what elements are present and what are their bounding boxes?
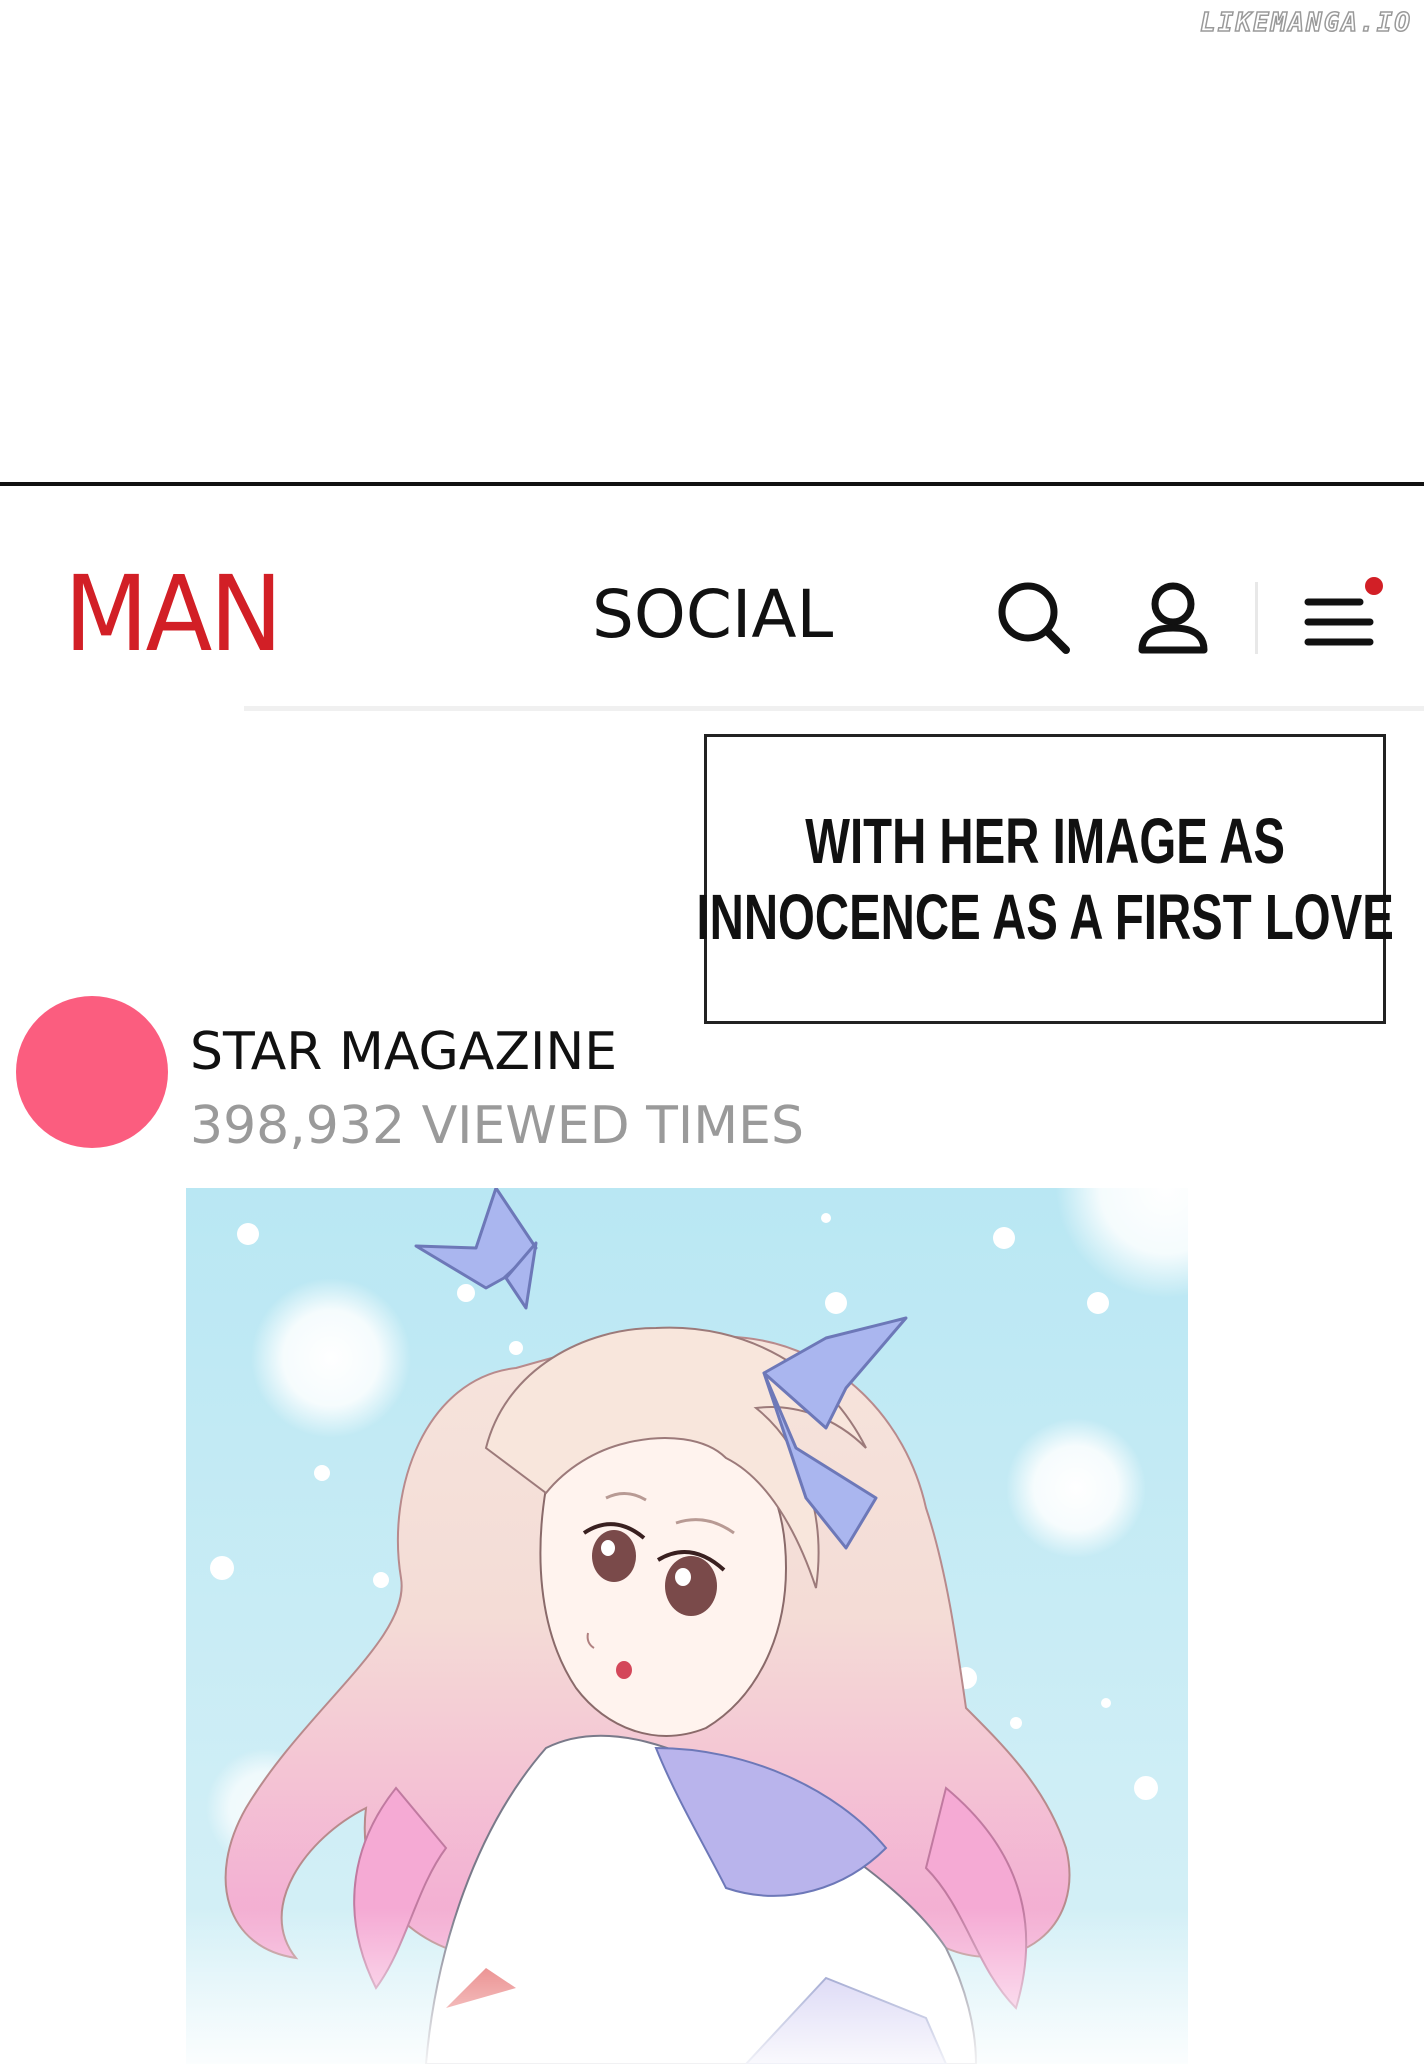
app-logo[interactable]: MAN [64,562,283,666]
view-count: 398,932 VIEWED TIMES [190,1096,804,1156]
header-separator [244,706,1424,711]
panel-border [0,482,1424,486]
caption-box: WITH HER IMAGE AS INNOCENCE AS A FIRST L… [696,734,1394,1024]
menu-button[interactable] [1296,574,1386,664]
girl-illustration [186,1188,1188,2064]
user-icon [1138,582,1208,654]
notification-dot [1365,577,1383,595]
app-header: MAN SOCIAL [0,540,1424,711]
search-icon [998,582,1070,654]
post-author[interactable]: STAR MAGAZINE 398,932 VIEWED TIMES [16,996,1016,1166]
avatar[interactable] [16,996,168,1148]
site-watermark: LIKEMANGA.IO [1199,7,1412,39]
caption-text: WITH HER IMAGE AS INNOCENCE AS A FIRST L… [696,803,1393,955]
caption-line-2: INNOCENCE AS A FIRST LOVE [696,881,1394,953]
header-divider [1255,582,1258,654]
caption-line-1: WITH HER IMAGE AS [805,805,1285,877]
menu-icon [1304,577,1383,646]
author-name[interactable]: STAR MAGAZINE [190,1026,617,1078]
search-button[interactable] [990,574,1080,664]
profile-button[interactable] [1128,574,1218,664]
post-image[interactable] [186,1188,1188,2064]
section-title: SOCIAL [592,576,834,653]
